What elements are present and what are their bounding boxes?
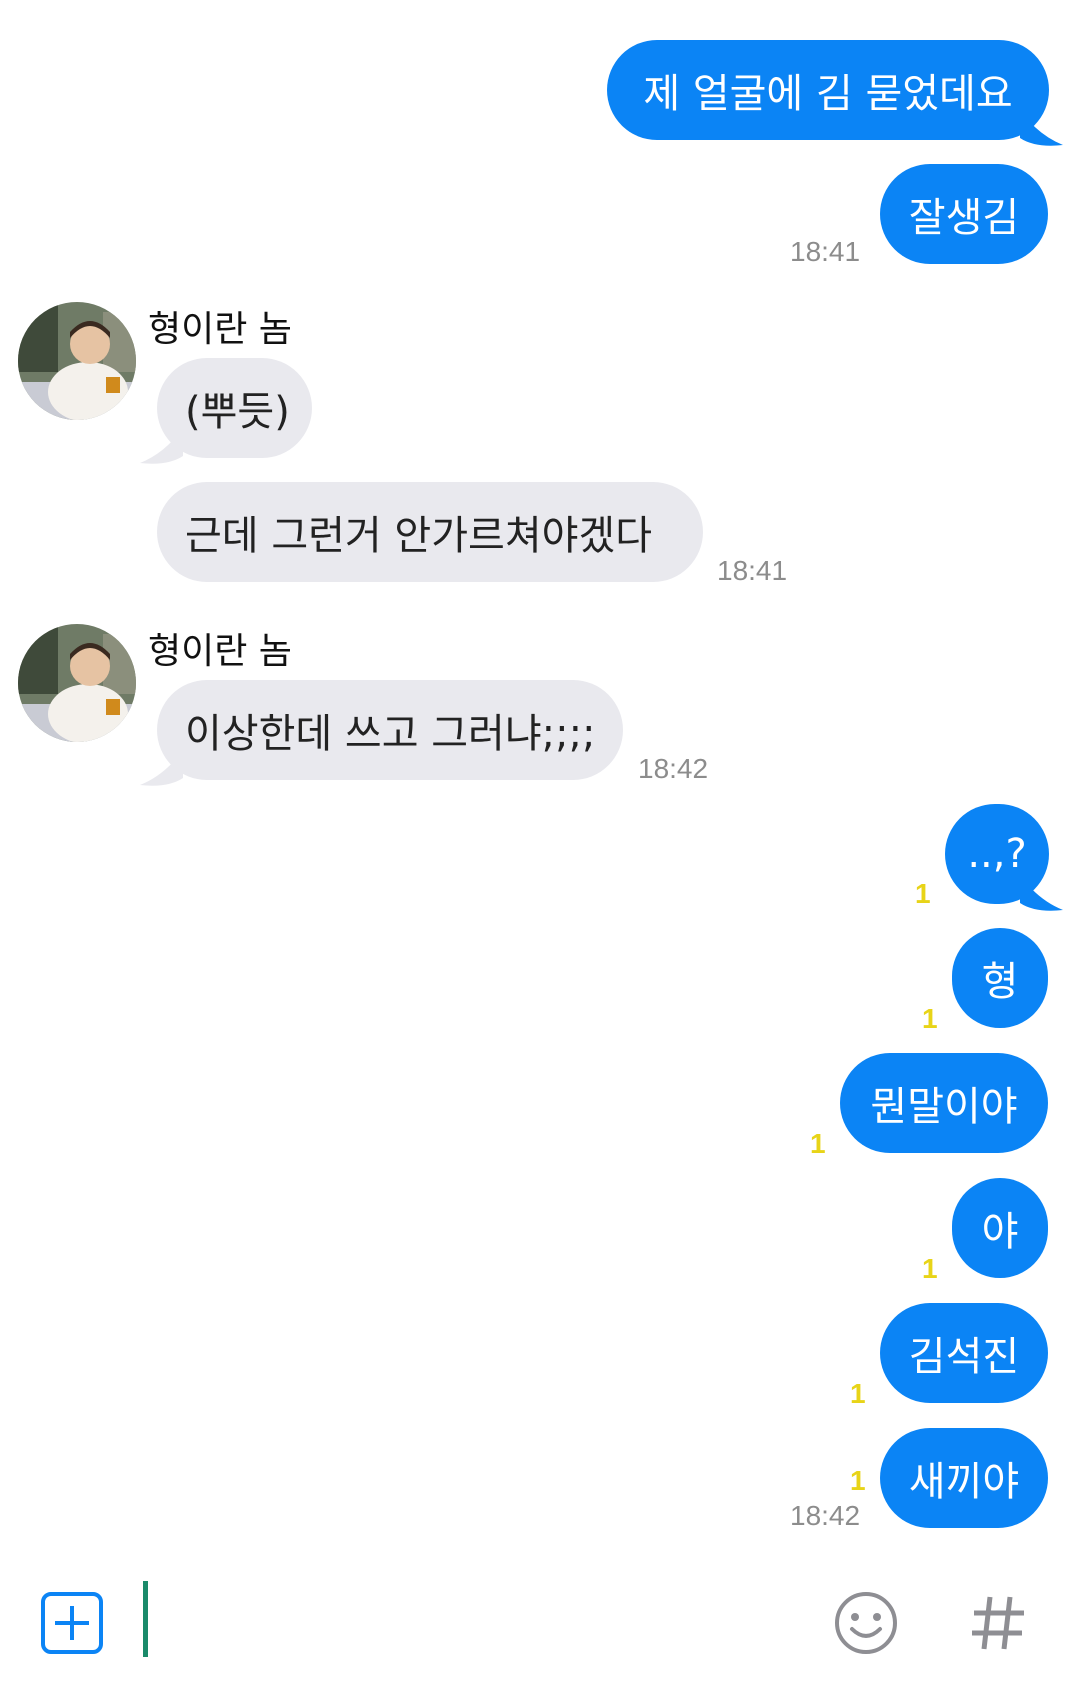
timestamp: 18:41 xyxy=(717,555,788,586)
avatar[interactable] xyxy=(18,624,136,742)
unread-count: 1 xyxy=(922,1003,938,1034)
sender-name: 형이란 놈 xyxy=(148,631,292,672)
message-text: 잘생김 xyxy=(908,195,1020,241)
incoming-message[interactable]: 근데 그런거 안가르쳐야겠다 xyxy=(157,482,703,582)
text-cursor xyxy=(143,1581,148,1657)
message-text: (뿌듯) xyxy=(185,389,290,435)
outgoing-message[interactable]: 김석진 xyxy=(880,1303,1048,1403)
outgoing-message[interactable]: 잘생김 xyxy=(880,164,1048,264)
unread-count: 1 xyxy=(915,878,931,909)
sender-name: 형이란 놈 xyxy=(148,309,292,350)
add-button[interactable] xyxy=(40,1591,104,1655)
outgoing-message[interactable]: 제 얼굴에 김 묻었데요 xyxy=(607,40,1049,140)
unread-count: 1 xyxy=(810,1128,826,1159)
timestamp: 18:42 xyxy=(638,753,709,784)
unread-count: 1 xyxy=(922,1253,938,1284)
timestamp: 18:41 xyxy=(790,236,861,267)
hash-icon xyxy=(972,1596,1024,1650)
unread-count: 1 xyxy=(850,1378,866,1409)
message-text: 제 얼굴에 김 묻었데요 xyxy=(643,71,1013,117)
outgoing-message[interactable]: 야 xyxy=(952,1178,1048,1278)
message-text: 근데 그런거 안가르쳐야겠다 xyxy=(185,513,653,559)
message-text: 새끼야 xyxy=(908,1459,1020,1505)
hashtag-button[interactable] xyxy=(968,1591,1028,1655)
message-input-bar xyxy=(0,1565,1080,1695)
message-text: 형 xyxy=(981,959,1019,1005)
message-text: 김석진 xyxy=(908,1334,1020,1380)
smiley-icon xyxy=(835,1592,897,1654)
bubble-tail xyxy=(140,428,183,464)
message-text: ..,? xyxy=(967,831,1027,877)
timestamp: 18:42 xyxy=(790,1500,861,1531)
bubble-tail xyxy=(1020,875,1063,911)
message-text: 이상한데 쓰고 그러냐;;;; xyxy=(185,711,596,757)
avatar[interactable] xyxy=(18,302,136,420)
message-text: 뭔말이야 xyxy=(870,1084,1018,1130)
outgoing-message[interactable]: 뭔말이야 xyxy=(840,1053,1048,1153)
emoji-button[interactable] xyxy=(832,1589,900,1657)
outgoing-message[interactable]: 새끼야 xyxy=(880,1428,1048,1528)
message-text: 야 xyxy=(981,1209,1019,1255)
outgoing-message[interactable]: 형 xyxy=(952,928,1048,1028)
unread-count: 1 xyxy=(850,1465,866,1496)
plus-square-icon xyxy=(41,1592,103,1654)
bubble-tail xyxy=(140,750,183,786)
message-input[interactable] xyxy=(135,1581,795,1661)
incoming-message[interactable]: 이상한데 쓰고 그러냐;;;; xyxy=(157,680,623,780)
bubble-tail xyxy=(1020,110,1063,146)
